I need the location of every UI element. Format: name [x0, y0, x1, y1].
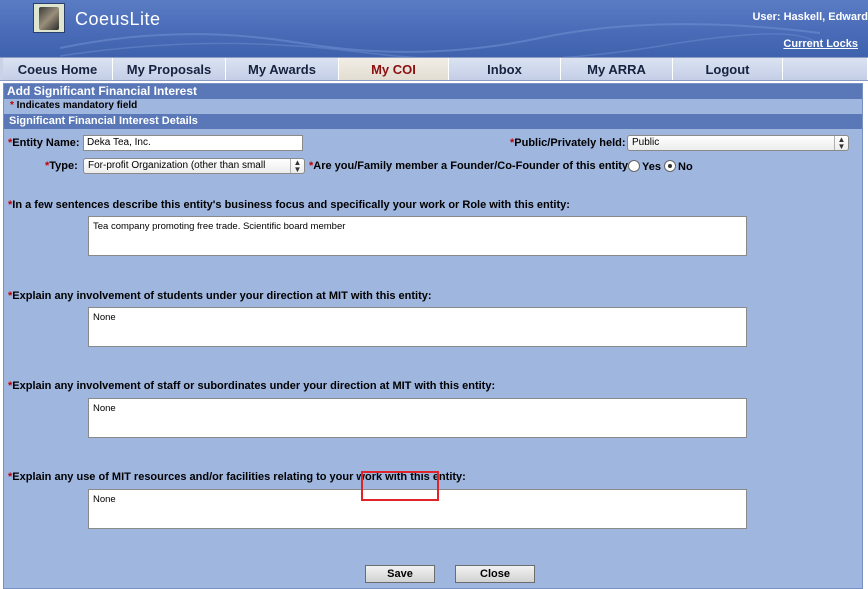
founder-no-label: No	[678, 161, 693, 173]
students-involvement-label: *Explain any involvement of students und…	[8, 290, 432, 302]
founder-label: *Are you/Family member a Founder/Co-Foun…	[309, 160, 635, 172]
updown-arrows-icon: ▲ ▼	[834, 136, 848, 150]
students-involvement-textarea[interactable]: None	[88, 307, 747, 347]
staff-involvement-label: *Explain any involvement of staff or sub…	[8, 380, 496, 392]
save-highlight-box	[361, 471, 439, 501]
public-private-label: *Public/Privately held:	[510, 137, 626, 149]
founder-yes-label: Yes	[642, 161, 661, 173]
business-focus-textarea[interactable]: Tea company promoting free trade. Scient…	[88, 216, 747, 256]
staff-involvement-textarea[interactable]: None	[88, 398, 747, 438]
nav-filler	[783, 58, 868, 80]
tab-my-proposals[interactable]: My Proposals	[113, 58, 226, 80]
close-button[interactable]: Close	[455, 565, 535, 583]
type-value: For-profit Organization (other than smal…	[88, 160, 266, 171]
current-locks-link[interactable]: Current Locks	[783, 38, 858, 50]
business-focus-label: *In a few sentences describe this entity…	[8, 199, 570, 211]
founder-yes-radio[interactable]	[628, 160, 640, 172]
mandatory-note-text: Indicates mandatory field	[13, 100, 138, 111]
tab-my-coi[interactable]: My COI	[339, 58, 449, 80]
type-select[interactable]: For-profit Organization (other than smal…	[83, 158, 305, 174]
app-title: CoeusLite	[75, 9, 161, 29]
founder-no-radio[interactable]	[664, 160, 676, 172]
page-title: Add Significant Financial Interest	[4, 84, 862, 99]
public-private-select[interactable]: Public ▲ ▼	[627, 135, 849, 151]
main-panel: Add Significant Financial Interest * Ind…	[3, 83, 863, 589]
main-nav: Coeus Home My Proposals My Awards My COI…	[0, 57, 868, 81]
sfi-form: *Entity Name: Deka Tea, Inc. *Public/Pri…	[4, 129, 862, 587]
tab-coeus-home[interactable]: Coeus Home	[3, 58, 113, 80]
save-button[interactable]: Save	[365, 565, 435, 583]
user-label: User: Haskell, Edward	[752, 11, 868, 23]
type-label: *Type:	[45, 160, 78, 172]
section-title: Significant Financial Interest Details	[4, 114, 862, 129]
tab-logout[interactable]: Logout	[673, 58, 783, 80]
updown-arrows-icon: ▲ ▼	[290, 159, 304, 173]
entity-name-input[interactable]: Deka Tea, Inc.	[83, 135, 303, 151]
header-banner: CoeusLite User: Haskell, Edward Current …	[0, 0, 868, 57]
tab-my-awards[interactable]: My Awards	[226, 58, 339, 80]
entity-name-label: *Entity Name:	[8, 137, 80, 149]
coeus-logo-icon	[33, 3, 65, 33]
mandatory-note: * Indicates mandatory field	[4, 99, 862, 113]
tab-inbox[interactable]: Inbox	[449, 58, 561, 80]
banner-wave-decoration	[60, 23, 820, 57]
tab-my-arra[interactable]: My ARRA	[561, 58, 673, 80]
public-private-value: Public	[632, 137, 660, 148]
